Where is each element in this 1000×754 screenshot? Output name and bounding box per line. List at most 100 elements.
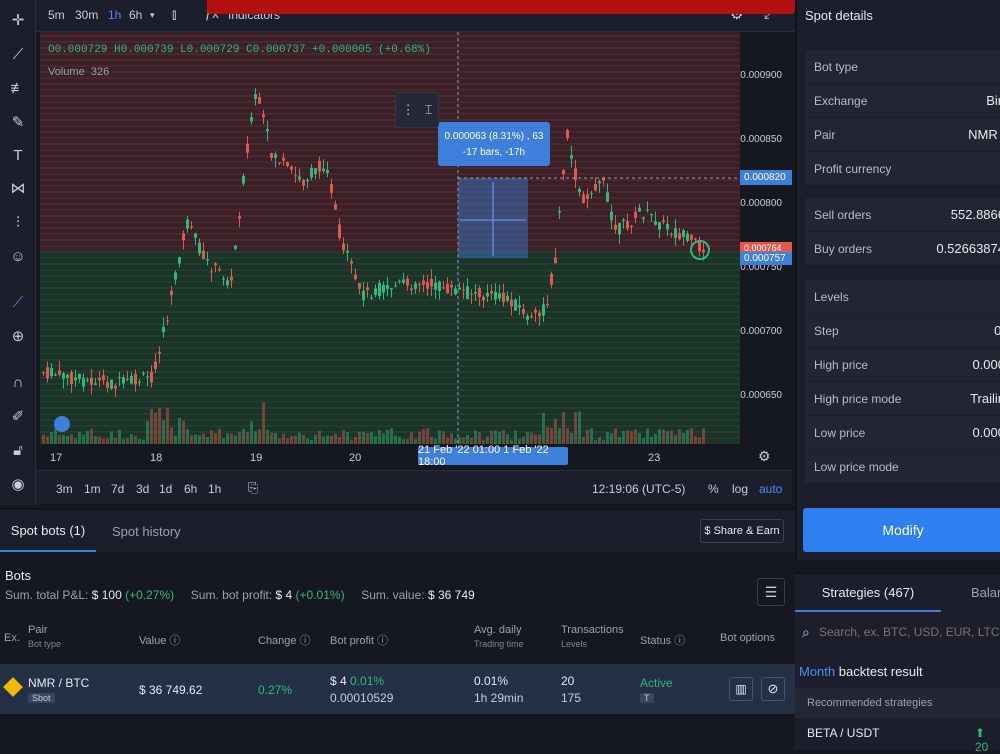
range-1m[interactable]: 1m — [84, 482, 101, 496]
zoom-in-icon[interactable]: ⊕ — [6, 324, 30, 348]
volume-bar — [650, 436, 653, 444]
volume-value: 326 — [90, 66, 110, 78]
candle-body — [594, 183, 597, 191]
ruler-icon[interactable]: ⟋ — [6, 290, 30, 314]
share-earn-button[interactable]: $ Share & Earn — [700, 519, 784, 543]
row-avg-daily: 0.01% — [474, 674, 509, 688]
timeframe-6h[interactable]: 6h — [129, 8, 142, 22]
fib-icon[interactable]: ≢ — [6, 76, 30, 100]
magnet-icon[interactable]: ∩ — [6, 370, 30, 394]
candle-body — [478, 288, 481, 297]
volume-bar — [354, 436, 357, 444]
volume-bar — [662, 429, 665, 444]
percent-toggle[interactable]: % — [708, 482, 719, 496]
trendline-icon[interactable]: ⟋ — [6, 42, 30, 66]
col-change[interactable]: Change ⓘ — [258, 632, 311, 648]
brush-icon[interactable]: ✎ — [6, 110, 30, 134]
strategy-pair[interactable]: BETA / USDT — [807, 726, 879, 740]
detail-label: Exchange — [814, 93, 868, 108]
candle-body — [646, 209, 649, 211]
timeframe-1h[interactable]: 1h — [108, 8, 121, 22]
candles-icon[interactable]: ⫾ — [172, 6, 176, 23]
volume-bar — [466, 434, 469, 444]
row-profit: $ 4 0.01% — [330, 674, 384, 688]
volume-bar — [182, 420, 185, 444]
volume-bar — [410, 432, 413, 444]
drawing-floating-toolbar[interactable]: ⋮ ⌶ — [395, 92, 439, 128]
filter-icon[interactable]: ☰ — [757, 578, 785, 606]
crosshair-icon[interactable]: ✛ — [6, 8, 30, 32]
lock-icon[interactable]: 🔓︎ — [6, 438, 30, 462]
pencil-lock-icon[interactable]: ✐ — [6, 404, 30, 428]
modify-button[interactable]: Modify — [803, 508, 1000, 552]
candle-body — [78, 373, 81, 379]
candle-body — [282, 157, 285, 161]
candle-body — [166, 320, 169, 322]
recording-banner — [207, 0, 795, 14]
timeframe-30m[interactable]: 30m — [75, 8, 98, 22]
volume-bar — [150, 408, 153, 444]
candle-body — [582, 194, 585, 204]
volume-bar — [526, 431, 529, 444]
col-value[interactable]: Value ⓘ — [139, 632, 180, 648]
bots-summary: Sum. total P&L: $ 100 (+0.27%) Sum. bot … — [5, 588, 475, 602]
detail-label: Buy orders — [814, 241, 873, 256]
row-trading-time: 1h 29min — [474, 691, 524, 705]
stats-icon[interactable]: ▥ — [729, 677, 753, 701]
candle-body — [218, 269, 221, 271]
chevron-down-icon[interactable]: ▾ — [150, 10, 155, 21]
volume-bar — [686, 429, 689, 444]
volume-bar — [194, 434, 197, 444]
volume-bar — [646, 428, 649, 444]
candle-body — [466, 286, 469, 299]
volume-bar — [94, 436, 97, 444]
clock-label[interactable]: 12:19:06 (UTC-5) — [592, 482, 685, 496]
backtest-month[interactable]: Month — [799, 664, 835, 679]
price-chart[interactable]: 0.000900 0.000850 0.000800 0.000750 0.00… — [40, 32, 792, 444]
candle-body — [194, 233, 197, 238]
detail-label: Step — [814, 323, 839, 338]
settings-icon[interactable]: ⚙ — [758, 448, 771, 465]
col-status[interactable]: Status ⓘ — [640, 632, 685, 648]
table-row[interactable]: NMR / BTC Sbot $ 36 749.62 0.27% $ 4 0.0… — [0, 664, 795, 714]
col-transactions: Transactions Levels — [561, 624, 624, 649]
detail-row: Step 0. — [805, 314, 1000, 348]
tab-spot-history[interactable]: Spot history — [112, 510, 181, 552]
range-1d[interactable]: 1d — [159, 482, 172, 496]
tab-balance[interactable]: Balan — [971, 585, 1000, 600]
log-toggle[interactable]: log — [732, 482, 748, 496]
detail-value: Bin — [986, 93, 1000, 108]
emoji-icon[interactable]: ☺ — [6, 244, 30, 268]
x-tick: 17 — [50, 452, 63, 464]
calendar-icon[interactable]: ⎘ — [248, 480, 258, 496]
stop-icon[interactable]: ⊘ — [761, 677, 785, 701]
text-icon[interactable]: T — [6, 143, 30, 167]
col-change-label: Change — [258, 635, 297, 647]
text-cursor-icon[interactable]: ⌶ — [425, 102, 433, 118]
range-3m[interactable]: 3m — [56, 482, 73, 496]
volume-legend: Volume 326 — [48, 66, 109, 78]
recommended-header: Recommended strategies — [795, 688, 1000, 718]
volume-bar — [538, 434, 541, 444]
range-1h[interactable]: 1h — [208, 482, 221, 496]
volume-bar — [214, 432, 217, 444]
range-6h[interactable]: 6h — [184, 482, 197, 496]
volume-bar — [422, 429, 425, 444]
volume-bar — [234, 435, 237, 444]
detail-row: Levels — [805, 280, 1000, 314]
measure-icon[interactable]: ⫶ — [6, 210, 30, 234]
range-3d[interactable]: 3d — [136, 482, 149, 496]
tab-spot-bots[interactable]: Spot bots (1) — [0, 510, 96, 552]
pattern-icon[interactable]: ⋈ — [6, 176, 30, 200]
candle-body — [570, 155, 573, 159]
strategy-search-input[interactable] — [819, 622, 999, 642]
range-7d[interactable]: 7d — [111, 482, 124, 496]
auto-toggle[interactable]: auto — [759, 482, 782, 496]
candle-body — [390, 288, 393, 290]
volume-bar — [370, 431, 373, 444]
tab-strategies[interactable]: Strategies (467) — [795, 574, 941, 612]
eye-icon[interactable]: ◉ — [6, 472, 30, 496]
timeframe-5m[interactable]: 5m — [48, 8, 65, 22]
col-bot-profit[interactable]: Bot profit ⓘ — [330, 632, 388, 648]
volume-bar — [514, 430, 517, 444]
